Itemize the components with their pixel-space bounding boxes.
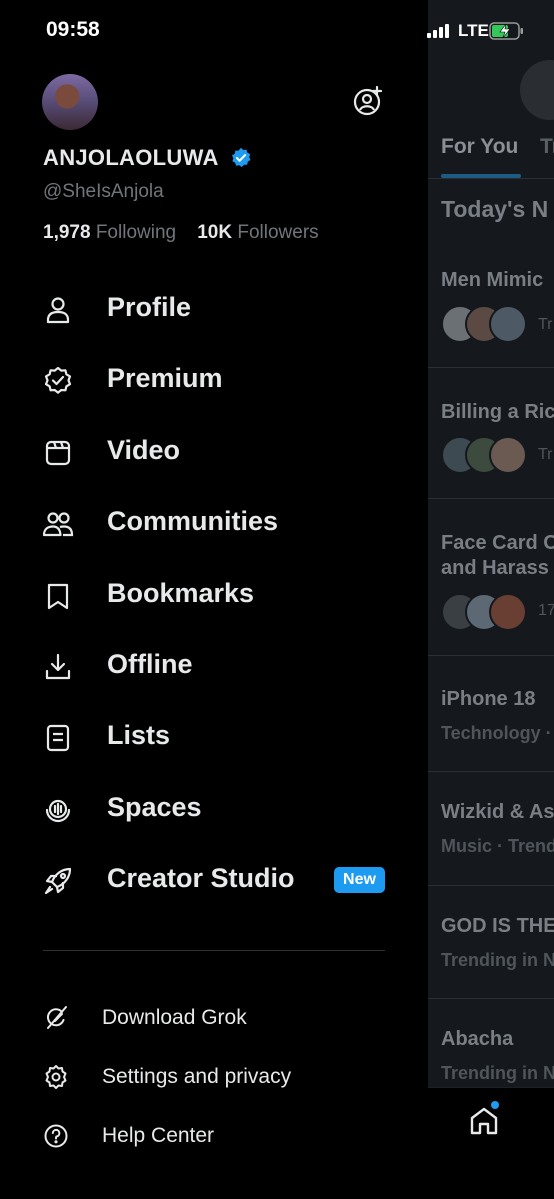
menu-item-label: Settings and privacy	[102, 1065, 292, 1088]
trend-title: iPhone 18	[441, 688, 536, 710]
rocket-icon	[42, 865, 74, 897]
separator	[428, 885, 554, 886]
menu-item-download-grok[interactable]: Download Grok	[42, 1000, 372, 1036]
signal-icon	[427, 24, 451, 38]
video-icon	[42, 437, 74, 469]
trend-title-line2: and Harass	[441, 557, 549, 579]
trend-avatar	[489, 436, 527, 474]
tab-trending: Tr	[540, 135, 554, 158]
trend-avatar	[489, 305, 527, 343]
trend-meta: Trending in N	[441, 1063, 554, 1083]
list-icon	[42, 722, 74, 754]
verified-badge-icon	[230, 147, 252, 169]
trend-title: Abacha	[441, 1028, 514, 1050]
section-heading: Today's N	[441, 196, 549, 222]
trend-avatar	[489, 593, 527, 631]
trend-meta: Technology ·	[441, 723, 552, 743]
menu-item-label: Premium	[107, 363, 223, 393]
separator	[428, 771, 554, 772]
background-timeline: For You Tr Today's N Men Mimic Tr Billin…	[428, 0, 554, 1199]
menu-divider	[43, 950, 385, 951]
separator	[428, 498, 554, 499]
network-type: LTE	[458, 21, 489, 40]
menu-item-label: Lists	[107, 720, 171, 750]
following-link[interactable]: 1,978 Following	[43, 222, 176, 243]
tab-divider	[428, 178, 554, 179]
menu-item-settings[interactable]: Settings and privacy	[42, 1059, 372, 1095]
spaces-icon	[42, 794, 74, 826]
menu-item-label: Bookmarks	[107, 578, 255, 608]
menu-item-lists[interactable]: Lists	[42, 714, 392, 760]
trend-meta: Tr	[538, 446, 553, 463]
display-name[interactable]: ANJOLAOLUWA	[43, 145, 219, 171]
tab-for-you: For You	[441, 135, 519, 158]
trend-meta: Music · Trend	[441, 836, 554, 856]
trend-title: Face Card C	[441, 532, 554, 554]
follow-stats: 1,978 Following 10K Followers	[43, 222, 319, 244]
following-label: Following	[95, 222, 177, 243]
person-icon	[42, 294, 74, 326]
separator	[428, 367, 554, 368]
menu-item-label: Profile	[107, 292, 192, 322]
menu-item-label: Offline	[107, 649, 193, 679]
trend-title: Billing a Ric	[441, 401, 554, 423]
top-avatar-placeholder	[520, 60, 554, 120]
following-count: 1,978	[43, 222, 91, 243]
trend-meta: 17	[538, 602, 554, 619]
separator	[428, 655, 554, 656]
status-time: 09:58	[46, 18, 100, 41]
user-handle: @SheIsAnjola	[43, 181, 164, 202]
menu-item-label: Download Grok	[102, 1006, 247, 1029]
menu-item-offline[interactable]: Offline	[42, 643, 392, 689]
menu-item-video[interactable]: Video	[42, 429, 392, 475]
trend-meta: Tr	[538, 316, 553, 333]
followers-label: Followers	[237, 222, 319, 243]
home-icon	[468, 1105, 500, 1137]
separator	[428, 998, 554, 999]
notification-dot	[491, 1101, 499, 1109]
premium-badge-icon	[42, 365, 74, 397]
menu-item-bookmarks[interactable]: Bookmarks	[42, 572, 392, 618]
trend-meta: Trending in N	[441, 950, 554, 970]
trend-title: Men Mimic	[441, 269, 544, 291]
menu-item-label: Communities	[107, 506, 279, 536]
communities-icon	[42, 508, 74, 540]
menu-item-profile[interactable]: Profile	[42, 286, 392, 332]
download-icon	[42, 651, 74, 683]
add-account-icon[interactable]	[352, 85, 384, 117]
followers-count: 10K	[197, 222, 233, 243]
grok-icon	[42, 1004, 70, 1032]
help-icon	[42, 1122, 70, 1150]
menu-item-help-center[interactable]: Help Center	[42, 1118, 372, 1154]
new-badge: New	[334, 867, 385, 893]
menu-item-spaces[interactable]: Spaces	[42, 786, 392, 832]
battery-charging-icon	[489, 21, 525, 41]
menu-item-communities[interactable]: Communities	[42, 500, 392, 546]
menu-item-label: Video	[107, 435, 181, 465]
menu-item-label: Creator Studio	[107, 863, 295, 893]
menu-item-label: Help Center	[102, 1124, 215, 1147]
trend-title: GOD IS THE	[441, 915, 554, 937]
trend-title: Wizkid & As	[441, 801, 554, 823]
gear-icon	[42, 1063, 70, 1091]
followers-link[interactable]: 10K Followers	[197, 222, 318, 243]
menu-item-label: Spaces	[107, 792, 202, 822]
menu-item-premium[interactable]: Premium	[42, 357, 392, 403]
avatar[interactable]	[42, 74, 98, 130]
bookmark-icon	[42, 580, 74, 612]
